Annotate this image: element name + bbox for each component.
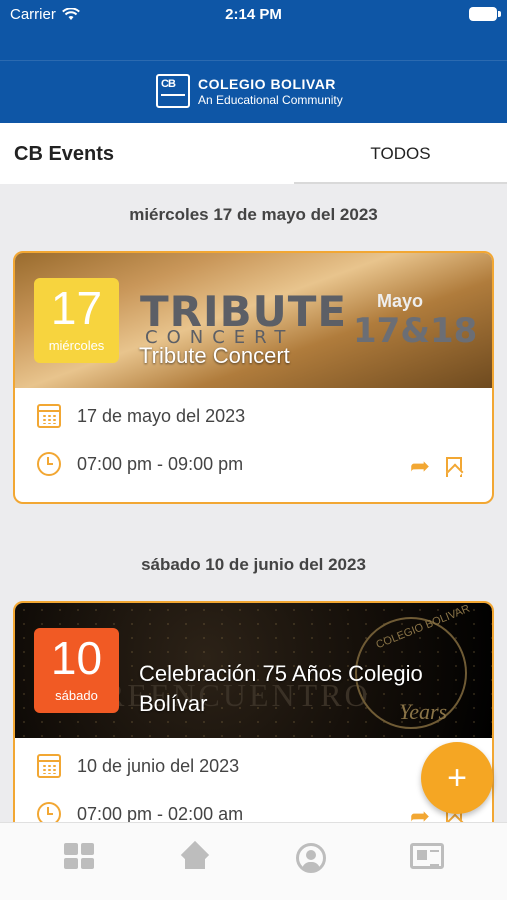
event-date: 17 de mayo del 2023 [77, 405, 246, 426]
nav-home[interactable] [180, 843, 214, 877]
event-image: REENCUENTRO COLEGIO BOLIVAR Years 10 sáb… [15, 603, 492, 738]
school-logo: CB COLEGIO BOLIVAR An Educational Commun… [156, 74, 343, 108]
title-bar: CB Events TODOS [0, 123, 507, 184]
tab-underline [294, 182, 507, 184]
page-title: CB Events [14, 143, 115, 165]
event-time-row: 07:00 pm - 09:00 pm [37, 452, 243, 476]
logo-mark: CB [161, 78, 176, 90]
clock-icon [37, 452, 61, 476]
badge-day-name: miércoles [48, 338, 105, 353]
event-date: 10 de junio del 2023 [77, 755, 240, 776]
grid-icon [64, 843, 94, 869]
event-image: TRIBUTE CONCERT Mayo 17&18 17 miércoles … [15, 253, 492, 388]
logo-tagline: An Educational Community [198, 92, 343, 107]
badge-day-name: sábado [55, 688, 98, 703]
badge-day-number: 10 [50, 632, 103, 684]
calendar-icon [37, 404, 61, 428]
event-title: Tribute Concert [139, 343, 290, 368]
bottom-nav [0, 822, 507, 900]
profile-icon [296, 843, 326, 873]
tab-todos[interactable]: TODOS [294, 123, 507, 184]
bookmark-icon[interactable] [446, 456, 462, 477]
nav-dashboard[interactable] [64, 843, 98, 877]
event-time: 07:00 pm - 09:00 pm [77, 453, 244, 474]
status-time: 2:14 PM [225, 6, 282, 23]
header-divider [0, 60, 507, 61]
event-title: Celebración 75 Años Colegio Bolívar [139, 661, 423, 716]
news-icon [410, 843, 444, 869]
nav-profile[interactable] [296, 843, 330, 877]
battery-icon [469, 7, 501, 21]
shield-icon: CB [156, 74, 190, 108]
calendar-icon [37, 754, 61, 778]
event-date-row: 17 de mayo del 2023 [37, 404, 245, 428]
logo-name: COLEGIO BOLIVAR [198, 75, 336, 92]
event-date-row: 10 de junio del 2023 [37, 754, 239, 778]
event-actions: ➦ [410, 452, 462, 481]
share-icon[interactable]: ➦ [410, 452, 430, 481]
date-heading: sábado 10 de junio del 2023 [141, 555, 366, 574]
date-badge: 10 sábado [34, 628, 119, 713]
event-card[interactable]: TRIBUTE CONCERT Mayo 17&18 17 miércoles … [13, 251, 494, 504]
date-heading: miércoles 17 de mayo del 2023 [129, 205, 378, 224]
app-header: Carrier 2:14 PM CB COLEGIO BOLIVAR An Ed… [0, 0, 507, 123]
nav-news[interactable] [410, 843, 444, 877]
add-event-button[interactable]: + [421, 742, 493, 814]
badge-day-number: 17 [50, 282, 103, 334]
status-bar: Carrier 2:14 PM [0, 0, 507, 30]
date-badge: 17 miércoles [34, 278, 119, 363]
image-month: Mayo [377, 291, 424, 311]
home-icon [180, 843, 210, 871]
